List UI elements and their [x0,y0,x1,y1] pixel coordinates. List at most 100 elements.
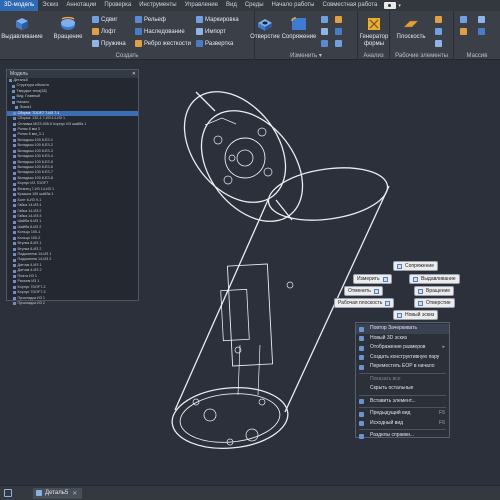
context-menu-item[interactable]: Создать конструктивную пару [356,353,449,363]
context-menu: Повтор Зачеркивать Новый 3D эскиз Отображе… [355,322,450,441]
context-menu-item[interactable]: Вставить элемент... [356,397,449,407]
extrude-button[interactable]: Выдавливание [1,15,43,41]
browser-close-icon[interactable]: ✕ [132,70,136,78]
context-menu-item[interactable]: Разделы справки... [356,431,449,441]
mark-button[interactable]: Маркировка [196,15,239,24]
part-icon [9,79,12,83]
revolve-button[interactable]: Вращение [48,15,88,41]
marking-menu-revolve[interactable]: Вращение [414,286,455,296]
context-menu-item[interactable]: Скрыть остальные [356,384,449,394]
ribbon-tab[interactable]: Среды [241,0,268,11]
generate-shape-button[interactable]: Генератор формы [354,15,394,48]
mm-measure-label: Измерить [357,276,380,282]
upper-disk-screw-2 [223,175,233,185]
ucs-icon [435,40,442,47]
context-menu-item[interactable]: Отображение размеров ▸ [356,343,449,353]
modify-tool-6[interactable] [335,39,344,48]
ribbon-group-modify: Отверстие Сопряжение Изменить ▾ [250,11,358,60]
document-close-icon[interactable]: ✕ [72,490,77,497]
unwrap-button[interactable]: Развертка [196,39,233,48]
base-screw-2 [258,398,266,406]
ucs-button[interactable] [435,39,444,48]
context-menu-label: Разделы справки... [370,432,415,438]
ribbon-tab[interactable]: Инструменты [135,0,180,11]
sketch-pattern-icon [478,28,485,35]
modify-tool-3[interactable] [321,27,330,36]
ribbon-tab[interactable]: 3D-модель [0,0,39,11]
part-icon [13,149,16,153]
ribbon-tab[interactable]: Начало работы [268,0,319,11]
ribbon-tab[interactable]: Управление [181,0,222,11]
ribbon-tab[interactable]: Аннотации [62,0,100,11]
tab-overflow-chevron-icon[interactable]: ▾ [398,3,401,9]
mark-label: Маркировка [205,16,239,23]
marking-menu-work-plane[interactable]: Рабочая плоскость [334,298,395,308]
ribbon-tab[interactable]: Вид [222,0,241,11]
browser-row[interactable]: Прокладка ИЗ 2 [7,301,138,306]
context-menu-label: Новый 3D эскиз [370,334,407,341]
mirror-button[interactable] [460,27,469,36]
derive-button[interactable]: Наследование [135,27,185,36]
context-menu-item[interactable]: Новый 3D эскиз [356,334,449,344]
coil-button[interactable]: Пружина [92,39,126,48]
mm-work-plane-label: Рабочая плоскость [338,300,383,306]
part-icon [13,264,16,268]
rib-label: Ребро жесткости [144,40,192,47]
rect-pattern-button[interactable] [460,15,469,24]
marking-menu-undo[interactable]: Отменить [344,286,383,296]
context-menu-item[interactable]: Исходный вид F6 [356,419,449,429]
part-icon [13,247,16,251]
context-menu-item[interactable]: Переместить EOP в начало [356,362,449,372]
ribbon-tab[interactable]: Совместная работа [318,0,381,11]
marking-menu-measure[interactable]: Измерить [353,274,392,284]
menu-item-icon [359,411,364,417]
ribbon-tab[interactable]: Проверка [100,0,135,11]
axis-button[interactable] [435,15,444,24]
document-tab[interactable]: Деталь5 ✕ [33,487,83,499]
sketch-pattern-button[interactable] [478,27,487,36]
sweep-button[interactable]: Сдвиг [92,15,118,24]
point-button[interactable] [435,27,444,36]
import-button[interactable]: Импорт [196,27,226,36]
modify-group-label[interactable]: Изменить ▾ [255,52,357,59]
modify-tool-2[interactable] [335,15,344,24]
fillet-mm-icon [397,263,402,269]
emboss-button[interactable]: Рельеф [135,15,166,24]
fillet-button[interactable]: Сопряжение [279,15,319,41]
marking-menu-fillet[interactable]: Сопряжение [393,261,438,271]
extrude-icon [15,18,29,31]
import-label: Импорт [205,28,226,35]
context-menu-label: Скрыть остальные [370,385,414,391]
part-icon [12,90,15,94]
context-menu-label: Показать все [370,375,401,382]
context-menu-item[interactable]: Повтор Зачеркивать [356,324,449,334]
home-icon[interactable] [4,489,12,497]
context-menu-item[interactable]: Предыдущий вид F5 [356,409,449,419]
marking-menu-hole[interactable]: Отверстие [414,298,455,308]
modify-tool-5[interactable] [321,39,330,48]
circ-pattern-button[interactable] [478,15,487,24]
import-icon [196,28,203,35]
video-icon[interactable] [384,2,397,9]
pattern-group-label: Массив [466,53,488,59]
rect-pattern-icon [460,16,467,23]
marking-menu-extrude[interactable]: Выдавливание [409,274,460,284]
modify-tool-4[interactable] [335,27,344,36]
loft-button[interactable]: Лофт [92,27,116,36]
upper-disk-back [183,91,287,203]
browser-row-label: Прокладка ИЗ 2 [17,300,45,305]
context-menu-separator [359,429,446,430]
upper-disk-screw-3 [257,127,267,137]
rib-button[interactable]: Ребро жесткости [135,39,191,48]
revolve-icon [61,16,75,30]
part-icon [13,177,16,181]
part-icon [13,296,16,300]
status-bar: Деталь5 ✕ [0,485,500,500]
mirror-icon [460,28,467,35]
hole-button[interactable]: Отверстие [247,15,283,41]
plane-button[interactable]: Плоскость [392,15,430,41]
modify-tool-1[interactable] [321,15,330,24]
marking-menu-new-sketch[interactable]: Новый эскиз [393,310,439,320]
ribbon-tab[interactable]: Эскиз [38,0,62,11]
revolve-mm-icon [418,288,423,294]
